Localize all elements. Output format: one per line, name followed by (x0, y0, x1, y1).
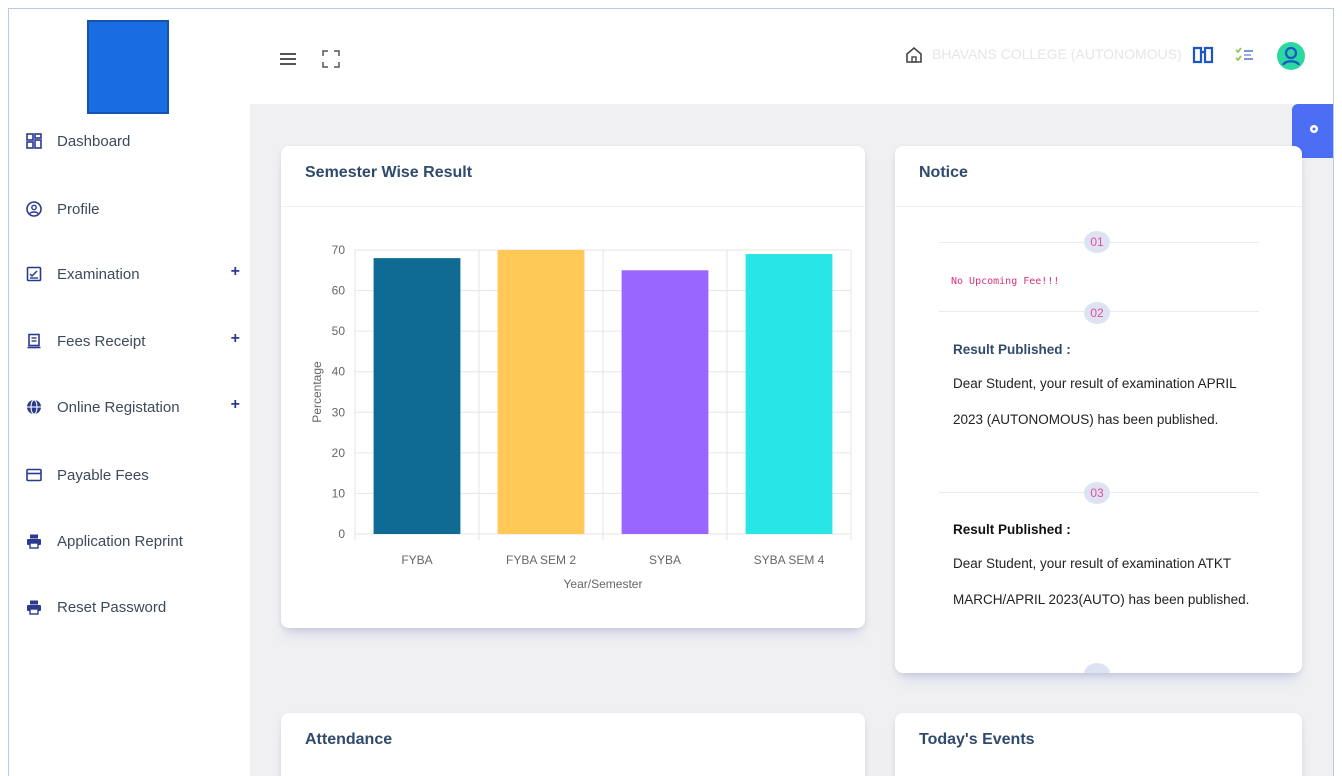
expand-icon[interactable]: + (231, 263, 240, 281)
notice-text: Dear Student, your result of examination… (953, 376, 1237, 391)
user-circle-icon (25, 200, 43, 218)
checklist-icon[interactable] (1235, 45, 1255, 70)
card-title: Today's Events (919, 731, 1035, 748)
sidebar-item-label: Dashboard (57, 132, 131, 150)
bar (745, 254, 833, 535)
y-tick-label: 70 (332, 243, 346, 257)
notice-badge (1084, 663, 1110, 673)
printer-icon (25, 598, 43, 616)
y-tick-label: 50 (332, 324, 346, 338)
receipt-icon (25, 332, 43, 350)
x-tick-label: SYBA SEM 4 (754, 553, 825, 567)
sidebar-item-label: Examination (57, 265, 140, 283)
notice-badge: 01 (1084, 231, 1110, 253)
college-logo[interactable] (87, 20, 169, 114)
result-bar-chart: 0 10 20 30 40 50 60 70 FYBA FYBA SEM 2 SYBA SYBA SE… (310, 243, 852, 591)
bar (621, 270, 709, 534)
bar (373, 258, 461, 534)
y-tick-label: 20 (332, 446, 346, 460)
notice-text: Dear Student, your result of examination… (953, 556, 1232, 571)
notice-badge: 02 (1084, 302, 1110, 324)
notice-text: No Upcoming Fee!!! (951, 276, 1060, 287)
y-tick-label: 10 (332, 486, 346, 500)
sidebar-item-fees-receipt[interactable]: Fees Receipt + (25, 329, 240, 353)
top-header: BHAVANS COLLEGE (AUTONOMOUS) (250, 9, 1333, 104)
sidebar-item-label: Reset Password (57, 598, 167, 616)
bar (497, 250, 585, 534)
exam-icon (25, 265, 43, 283)
book-icon[interactable] (1192, 45, 1214, 70)
y-tick-label: 0 (338, 527, 345, 541)
x-tick-label: FYBA (401, 553, 432, 567)
y-tick-label: 60 (332, 284, 346, 298)
notice-text: 2023 (AUTONOMOUS) has been published. (953, 412, 1219, 427)
sidebar-item-examination[interactable]: Examination + (25, 262, 240, 286)
globe-icon (25, 398, 43, 416)
divider (895, 206, 1302, 207)
sidebar-item-online-registation[interactable]: Online Registation + (25, 395, 240, 419)
sidebar-item-label: Application Reprint (57, 532, 183, 550)
avatar[interactable] (1276, 41, 1306, 76)
dashboard-icon (25, 132, 43, 150)
sidebar-item-label: Profile (57, 200, 100, 218)
sidebar-item-payable-fees[interactable]: Payable Fees (25, 463, 240, 487)
sidebar-item-label: Payable Fees (57, 466, 149, 484)
y-axis-label: Percentage (310, 361, 324, 423)
sidebar: Dashboard Profile Examination + Fees Rec… (9, 9, 250, 776)
expand-icon[interactable]: + (231, 396, 240, 414)
gear-icon (1308, 122, 1320, 140)
printer-icon (25, 532, 43, 550)
notice-text: MARCH/APRIL 2023(AUTO) has been publishe… (953, 592, 1250, 607)
home-icon[interactable] (905, 46, 923, 64)
notice-heading: Result Published : (953, 522, 1071, 537)
sidebar-item-dashboard[interactable]: Dashboard (25, 129, 240, 153)
attendance-card: Attendance (281, 713, 865, 776)
y-tick-label: 30 (332, 405, 346, 419)
events-card: Today's Events (895, 713, 1302, 776)
college-name: BHAVANS COLLEGE (AUTONOMOUS) (932, 46, 1182, 62)
card-icon (25, 466, 43, 484)
sidebar-item-application-reprint[interactable]: Application Reprint (25, 529, 240, 553)
notice-card: Notice 01 No Upcoming Fee!!! 02 Result P… (895, 146, 1302, 673)
sidebar-item-reset-password[interactable]: Reset Password (25, 595, 240, 619)
x-axis-label: Year/Semester (564, 577, 643, 591)
card-title: Notice (919, 164, 968, 181)
notice-badge: 03 (1084, 482, 1110, 504)
y-tick-label: 40 (332, 365, 346, 379)
menu-toggle-icon[interactable] (280, 53, 296, 65)
expand-icon[interactable]: + (231, 330, 240, 348)
sidebar-item-label: Fees Receipt (57, 332, 146, 350)
x-tick-label: SYBA (649, 553, 681, 567)
card-title: Attendance (305, 731, 393, 748)
notice-heading: Result Published : (953, 342, 1071, 357)
x-tick-label: FYBA SEM 2 (506, 553, 576, 567)
fullscreen-icon[interactable] (322, 50, 340, 68)
app-frame: Dashboard Profile Examination + Fees Rec… (8, 8, 1334, 776)
sidebar-item-label: Online Registation (57, 398, 180, 416)
semester-result-card: Semester Wise Result 0 10 20 30 40 50 60 70 FYBA… (281, 146, 865, 628)
sidebar-item-profile[interactable]: Profile (25, 197, 240, 221)
